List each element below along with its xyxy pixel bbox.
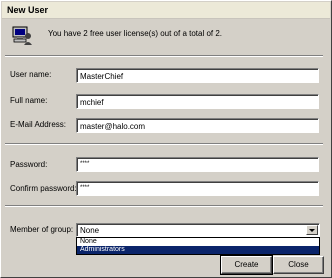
password-field[interactable]: **** xyxy=(76,157,319,172)
separator xyxy=(5,205,323,207)
confirm-password-label: Confirm password: xyxy=(10,184,77,193)
fullname-label: Full name: xyxy=(10,96,48,105)
user-computer-icon xyxy=(12,26,32,45)
separator xyxy=(5,55,323,57)
new-user-dialog: New User You have 2 free user license(s)… xyxy=(0,0,332,278)
group-label: Member of group: xyxy=(10,225,74,234)
separator xyxy=(5,143,323,145)
email-field[interactable]: master@halo.com xyxy=(76,118,319,133)
email-label: E-Mail Address: xyxy=(10,120,67,129)
license-info: You have 2 free user license(s) out of a… xyxy=(48,29,223,38)
fullname-field[interactable]: mchief xyxy=(76,94,319,109)
create-button[interactable]: Create xyxy=(220,255,273,275)
password-label: Password: xyxy=(10,160,48,169)
title-bar: New User xyxy=(2,2,330,19)
window-title: New User xyxy=(7,5,49,15)
username-field[interactable]: MasterChief xyxy=(76,68,319,83)
group-option-administrators[interactable]: Administrators xyxy=(77,246,319,254)
group-select-value: None xyxy=(80,226,100,235)
close-button-label: Close xyxy=(288,260,309,269)
group-dropdown-list[interactable]: None Administrators xyxy=(76,237,320,255)
group-select[interactable]: None xyxy=(76,223,320,237)
confirm-password-field[interactable]: **** xyxy=(76,181,319,196)
group-option-none[interactable]: None xyxy=(77,238,319,246)
username-label: User name: xyxy=(10,70,52,79)
close-button[interactable]: Close xyxy=(273,256,324,274)
create-button-label: Create xyxy=(234,260,259,269)
chevron-down-icon[interactable] xyxy=(306,225,318,235)
